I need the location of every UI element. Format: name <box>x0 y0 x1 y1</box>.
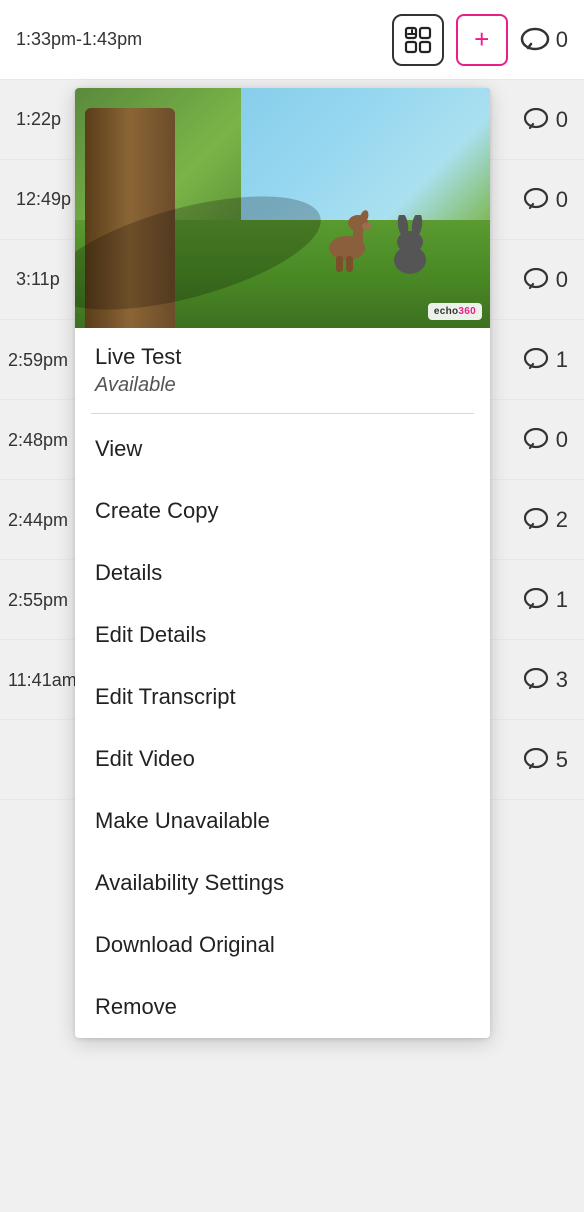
comment-icon <box>524 188 550 212</box>
create-copy-button[interactable]: Create Copy <box>75 480 490 542</box>
comment-icon <box>524 268 550 292</box>
comment-icon <box>524 428 550 452</box>
row-right: 0 <box>524 107 568 133</box>
comment-count: 0 <box>556 107 568 133</box>
make-unavailable-button[interactable]: Make Unavailable <box>75 790 490 852</box>
comment-button[interactable]: 0 <box>520 26 568 54</box>
comment-icon <box>524 348 550 372</box>
menu-divider <box>91 413 474 414</box>
comment-icon <box>524 588 550 612</box>
comment-count: 1 <box>556 347 568 373</box>
media-status: Available <box>75 374 490 409</box>
comment-icon <box>524 668 550 692</box>
echo360-badge: echo360 <box>428 303 482 320</box>
video-thumbnail: echo360 <box>75 88 490 328</box>
grid-icon-button[interactable] <box>392 14 444 66</box>
header-row: 1:33pm-1:43pm + 0 <box>0 0 584 80</box>
comment-count: 0 <box>556 427 568 453</box>
header-time: 1:33pm-1:43pm <box>16 29 142 50</box>
view-button[interactable]: View <box>75 418 490 480</box>
row-right: 0 <box>524 187 568 213</box>
header-icons: + 0 <box>392 14 568 66</box>
remove-button[interactable]: Remove <box>75 976 490 1038</box>
comment-count: 5 <box>556 747 568 773</box>
comment-count: 0 <box>556 267 568 293</box>
row-time: 3:11p <box>16 269 60 290</box>
echo-text: echo <box>434 306 459 317</box>
echo360-number: 360 <box>458 306 476 317</box>
plus-icon-button[interactable]: + <box>456 14 508 66</box>
comment-count: 1 <box>556 587 568 613</box>
context-menu: echo360 Live Test Available View Create … <box>75 88 490 1038</box>
edit-details-button[interactable]: Edit Details <box>75 604 490 666</box>
row-time: 1:22p <box>16 109 61 130</box>
plus-symbol: + <box>474 24 489 55</box>
comment-count: 3 <box>556 667 568 693</box>
edit-transcript-button[interactable]: Edit Transcript <box>75 666 490 728</box>
header-comment-count: 0 <box>556 27 568 53</box>
availability-settings-button[interactable]: Availability Settings <box>75 852 490 914</box>
comment-icon <box>524 108 550 132</box>
edit-video-button[interactable]: Edit Video <box>75 728 490 790</box>
deer-figure <box>320 193 375 273</box>
left-times: 2:59pm 2:48pm 2:44pm 2:55pm 11:41am <box>0 320 80 720</box>
row-right: 0 <box>524 267 568 293</box>
comment-count: 0 <box>556 187 568 213</box>
media-title: Live Test <box>75 328 490 374</box>
comment-icon <box>524 508 550 532</box>
comment-count: 2 <box>556 507 568 533</box>
download-original-button[interactable]: Download Original <box>75 914 490 976</box>
details-button[interactable]: Details <box>75 542 490 604</box>
comment-icon <box>524 748 550 772</box>
row-time: 12:49p <box>16 189 71 210</box>
rabbit-figure <box>385 215 435 280</box>
